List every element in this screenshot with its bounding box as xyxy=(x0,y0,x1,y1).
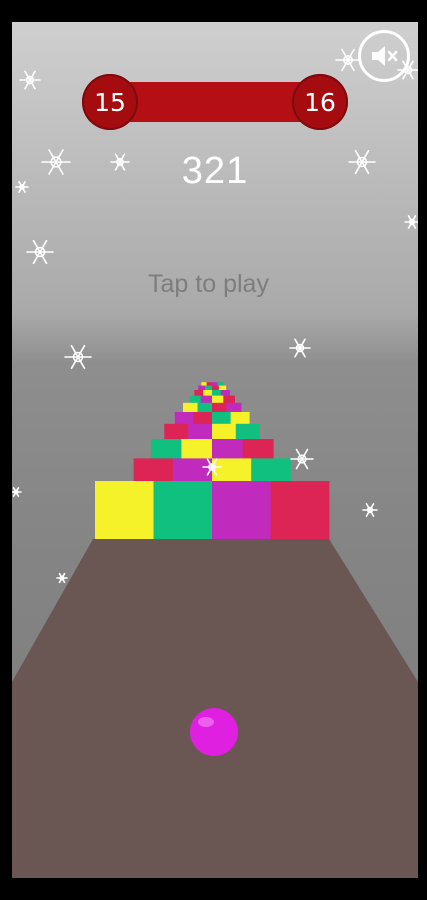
color-block-green xyxy=(153,481,213,539)
game-screen[interactable]: 15 16 321 Tap to play xyxy=(12,22,418,878)
speaker-muted-icon xyxy=(372,46,398,66)
color-block-rows xyxy=(95,382,330,539)
snowflake-icon xyxy=(289,338,311,358)
level-progress-bar xyxy=(112,82,322,122)
score-display: 321 xyxy=(181,150,249,192)
snowflake-icon xyxy=(56,572,68,584)
color-block-yellow xyxy=(95,481,154,539)
mute-button[interactable] xyxy=(358,30,410,82)
snowflake-icon xyxy=(26,239,54,265)
ball-highlight xyxy=(198,717,214,727)
color-block-magenta xyxy=(212,481,271,539)
current-level-badge: 15 xyxy=(82,74,138,130)
tap-to-play-prompt[interactable]: Tap to play xyxy=(12,270,405,299)
color-block-red xyxy=(270,481,330,539)
snowflake-icon xyxy=(290,448,314,470)
snowflake-icon xyxy=(362,503,378,517)
snowflake-icon xyxy=(404,215,418,229)
snowflake-icon xyxy=(19,70,41,90)
player-ball xyxy=(190,708,238,756)
next-level-badge: 16 xyxy=(292,74,348,130)
snowflake-icon xyxy=(64,344,92,370)
snowflake-icon xyxy=(335,48,361,72)
snowflake-icon xyxy=(12,486,22,498)
